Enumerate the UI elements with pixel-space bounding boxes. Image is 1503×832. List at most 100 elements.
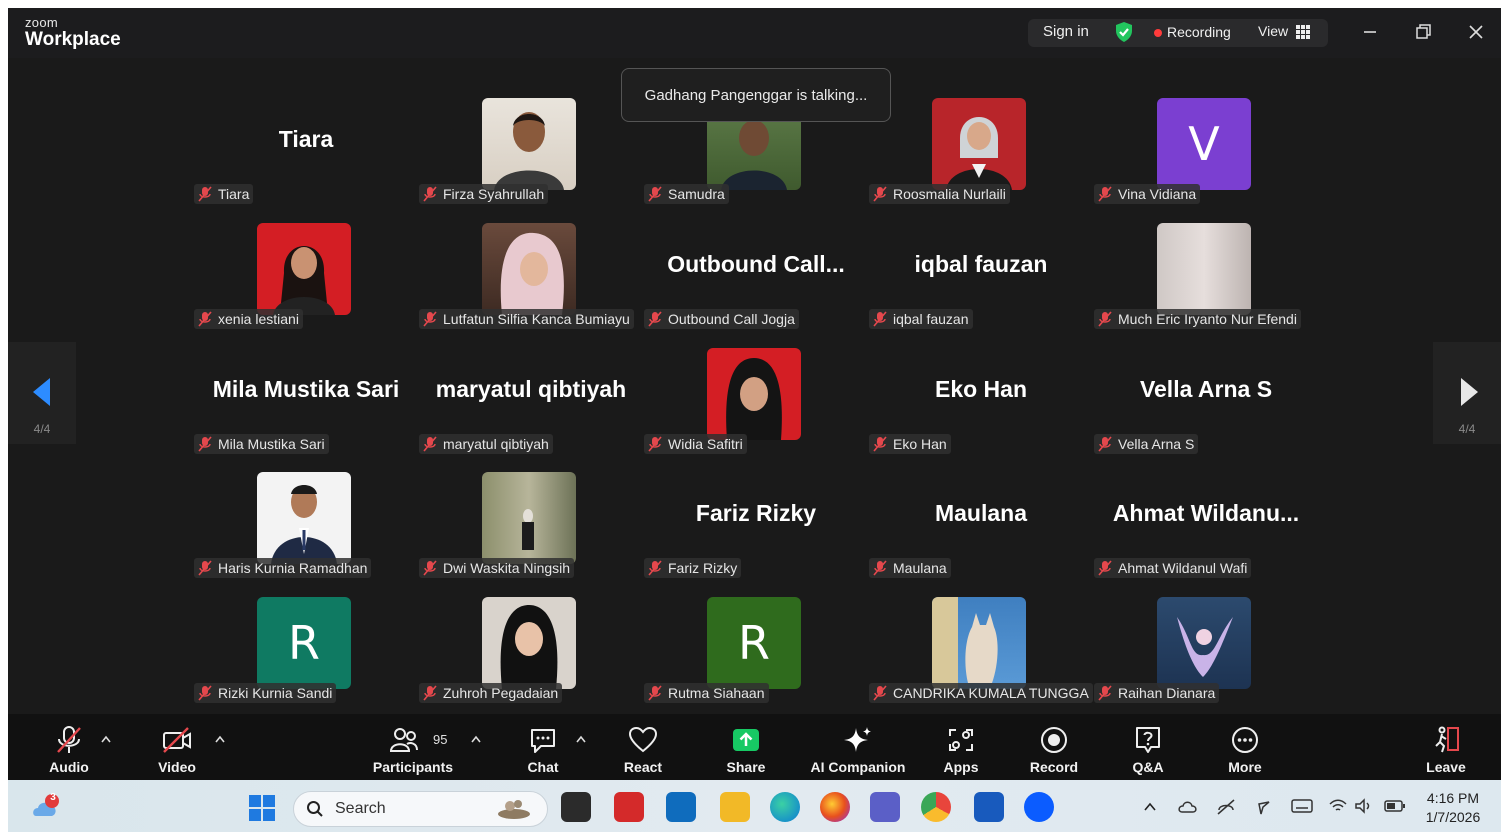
participant-name: Fariz Rizky bbox=[668, 560, 738, 576]
participant-tile[interactable]: CANDRIKA KUMALA TUNGGA bbox=[869, 597, 1093, 721]
keyboard-icon[interactable] bbox=[1291, 798, 1313, 814]
participant-tile[interactable]: iqbal fauzan iqbal fauzan bbox=[869, 223, 1093, 347]
participant-name: Tiara bbox=[218, 186, 250, 202]
participant-name-label: Lutfatun Silfia Kanca Bumiayu bbox=[419, 309, 634, 329]
zoom-app-icon[interactable] bbox=[1024, 792, 1054, 822]
participant-tile[interactable]: R Rizki Kurnia Sandi bbox=[194, 597, 418, 721]
participants-label: Participants bbox=[372, 759, 454, 775]
participant-name: Samudra bbox=[668, 186, 725, 202]
participant-tile[interactable]: Maulana Maulana bbox=[869, 472, 1093, 596]
participant-tile[interactable]: R Rutma Siahaan bbox=[644, 597, 868, 721]
location-icon[interactable] bbox=[1253, 798, 1275, 816]
edge-browser-icon[interactable] bbox=[770, 792, 800, 822]
next-page-button[interactable]: 4/4 bbox=[1433, 342, 1501, 444]
participant-tile[interactable]: Raihan Dianara bbox=[1094, 597, 1318, 721]
minimize-icon[interactable] bbox=[1358, 20, 1382, 44]
participant-name-label: Outbound Call Jogja bbox=[644, 309, 799, 329]
task-view-icon[interactable] bbox=[561, 792, 591, 822]
participant-tile[interactable]: V Vina Vidiana bbox=[1094, 98, 1318, 222]
participant-tile[interactable]: Ahmat Wildanu... Ahmat Wildanul Wafi bbox=[1094, 472, 1318, 596]
mic-muted-icon bbox=[198, 685, 212, 701]
file-explorer-icon[interactable] bbox=[720, 792, 750, 822]
view-button[interactable]: View bbox=[1258, 23, 1288, 39]
participant-tile[interactable]: Haris Kurnia Ramadhan bbox=[194, 472, 418, 596]
participant-name-label: Rutma Siahaan bbox=[644, 683, 769, 703]
audio-button[interactable]: Audio bbox=[38, 714, 100, 780]
chevron-up-icon[interactable] bbox=[100, 734, 112, 744]
participant-name: Rutma Siahaan bbox=[668, 685, 765, 701]
chat-button[interactable]: Chat bbox=[513, 714, 573, 780]
leave-button[interactable]: Leave bbox=[1416, 714, 1476, 780]
participant-tile[interactable]: Eko Han Eko Han bbox=[869, 348, 1093, 472]
participant-avatar-letter: R bbox=[257, 597, 351, 689]
onedrive-icon[interactable] bbox=[1178, 798, 1198, 816]
battery-icon[interactable] bbox=[1384, 799, 1406, 813]
clock-date[interactable]: 1/7/2026 bbox=[1422, 809, 1484, 825]
recording-status[interactable]: Recording bbox=[1167, 24, 1231, 40]
participant-tile[interactable]: Widia Safitri bbox=[644, 348, 868, 472]
apps-button[interactable]: Apps bbox=[931, 714, 991, 780]
participant-tile[interactable]: Mila Mustika Sari Mila Mustika Sari bbox=[194, 348, 418, 472]
clock-time[interactable]: 4:16 PM bbox=[1422, 790, 1484, 806]
volume-icon[interactable] bbox=[1354, 798, 1374, 814]
video-button[interactable]: Video bbox=[146, 714, 208, 780]
participant-name-label: Maulana bbox=[869, 558, 951, 578]
grid-view-icon[interactable] bbox=[1296, 25, 1310, 39]
participant-tile[interactable]: Fariz Rizky Fariz Rizky bbox=[644, 472, 868, 596]
participant-name-label: Mila Mustika Sari bbox=[194, 434, 329, 454]
wifi-icon[interactable] bbox=[1328, 798, 1348, 814]
teams-icon[interactable] bbox=[870, 792, 900, 822]
participant-display-name: Outbound Call... bbox=[667, 251, 845, 277]
windows-start-icon[interactable] bbox=[248, 794, 276, 822]
ai-companion-button[interactable]: AI Companion bbox=[806, 714, 910, 780]
qa-button[interactable]: Q&A bbox=[1118, 714, 1178, 780]
firefox-icon[interactable] bbox=[820, 792, 850, 822]
participant-photo bbox=[932, 597, 1026, 689]
participant-tile[interactable]: Lutfatun Silfia Kanca Bumiayu bbox=[419, 223, 643, 347]
share-button[interactable]: Share bbox=[716, 714, 776, 780]
apps-icon bbox=[949, 729, 973, 751]
participant-tile[interactable]: Dwi Waskita Ningsih bbox=[419, 472, 643, 596]
word-icon[interactable] bbox=[974, 792, 1004, 822]
leave-label: Leave bbox=[1426, 759, 1466, 775]
chevron-up-icon[interactable] bbox=[214, 734, 226, 744]
participant-count: 95 bbox=[433, 732, 448, 747]
chevron-up-icon[interactable] bbox=[1143, 802, 1157, 812]
video-label: Video bbox=[158, 759, 196, 775]
close-icon[interactable] bbox=[1464, 20, 1488, 44]
participant-tile[interactable]: Vella Arna S Vella Arna S bbox=[1094, 348, 1318, 472]
participant-tile[interactable]: Outbound Call... Outbound Call Jogja bbox=[644, 223, 868, 347]
mic-muted-icon bbox=[1098, 436, 1112, 452]
previous-page-button[interactable]: 4/4 bbox=[8, 342, 76, 444]
participant-tile[interactable]: Tiara Tiara bbox=[194, 98, 418, 222]
record-button[interactable]: Record bbox=[1024, 714, 1084, 780]
participant-name: Dwi Waskita Ningsih bbox=[443, 560, 571, 576]
participant-name: xenia lestiani bbox=[218, 311, 299, 327]
record-icon bbox=[1041, 727, 1067, 753]
shield-check-icon[interactable] bbox=[1114, 21, 1134, 43]
participant-tile[interactable]: maryatul qibtiyah maryatul qibtiyah bbox=[419, 348, 643, 472]
participant-tile[interactable]: Much Eric Iryanto Nur Efendi bbox=[1094, 223, 1318, 347]
participant-display-name: Eko Han bbox=[934, 376, 1028, 402]
media-app-icon[interactable] bbox=[666, 792, 696, 822]
chevron-up-icon[interactable] bbox=[470, 734, 482, 744]
participant-tile[interactable]: Firza Syahrullah bbox=[419, 98, 643, 222]
mic-muted-icon bbox=[648, 311, 662, 327]
chrome-icon[interactable] bbox=[921, 792, 951, 822]
participant-name-label: CANDRIKA KUMALA TUNGGA bbox=[869, 683, 1093, 703]
participant-photo bbox=[932, 98, 1026, 190]
react-button[interactable]: React bbox=[613, 714, 673, 780]
participants-button[interactable]: Participants bbox=[370, 714, 456, 780]
participant-tile[interactable]: Roosmalia Nurlaili bbox=[869, 98, 1093, 222]
wps-office-icon[interactable] bbox=[614, 792, 644, 822]
more-button[interactable]: More bbox=[1215, 714, 1275, 780]
network-off-icon[interactable] bbox=[1216, 798, 1236, 816]
participant-photo bbox=[482, 223, 576, 315]
participant-tile[interactable]: Zuhroh Pegadaian bbox=[419, 597, 643, 721]
restore-icon[interactable] bbox=[1411, 20, 1435, 44]
chevron-up-icon[interactable] bbox=[575, 734, 587, 744]
participant-tile[interactable]: xenia lestiani bbox=[194, 223, 418, 347]
participant-name-label: Haris Kurnia Ramadhan bbox=[194, 558, 372, 578]
participant-name: maryatul qibtiyah bbox=[443, 436, 549, 452]
sign-in-button[interactable]: Sign in bbox=[1043, 23, 1089, 40]
